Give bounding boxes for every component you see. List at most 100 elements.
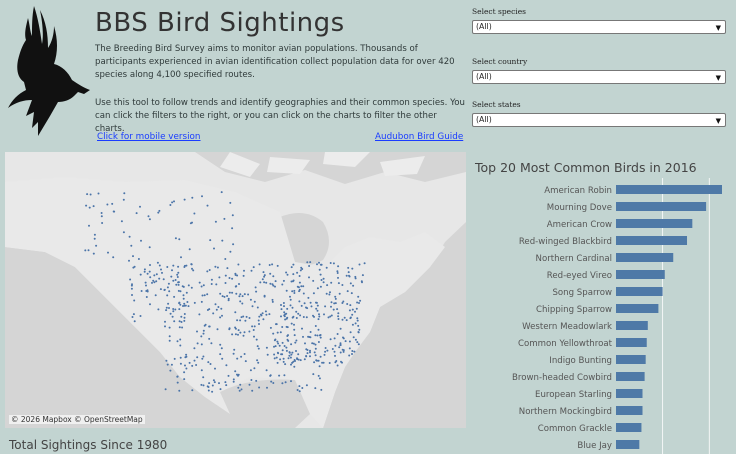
- route-dot: [191, 196, 194, 199]
- route-dot: [308, 276, 310, 279]
- route-dot: [269, 326, 272, 329]
- route-dot: [316, 287, 319, 290]
- route-dot: [143, 270, 146, 273]
- route-dot: [200, 335, 203, 338]
- route-dot: [296, 357, 298, 360]
- sightings-map[interactable]: [5, 152, 466, 428]
- totals-section-title: Total Sightings Since 1980: [9, 438, 168, 452]
- route-dot: [358, 302, 360, 304]
- bar[interactable]: [616, 440, 640, 449]
- route-dot: [177, 283, 180, 286]
- route-dot: [259, 313, 262, 316]
- route-dot: [317, 374, 320, 377]
- route-dot: [215, 283, 218, 286]
- route-dot: [350, 292, 353, 295]
- top-birds-bar-chart[interactable]: American Robin Mourning Dove American Crow…: [470, 178, 732, 454]
- route-dot: [206, 204, 209, 207]
- bar[interactable]: [616, 321, 648, 330]
- route-dot: [100, 212, 103, 214]
- route-dot: [148, 218, 151, 221]
- route-dot: [166, 363, 169, 366]
- bar[interactable]: [616, 355, 646, 364]
- route-dot: [336, 270, 339, 273]
- bar[interactable]: [616, 389, 643, 398]
- species-select[interactable]: (All) ▼: [472, 20, 726, 34]
- route-dot: [242, 274, 245, 277]
- mobile-version-link[interactable]: Click for mobile version: [97, 132, 201, 142]
- route-dot: [297, 353, 300, 356]
- country-select[interactable]: (All) ▼: [472, 70, 726, 84]
- route-dot: [224, 282, 227, 284]
- bar[interactable]: [616, 304, 659, 313]
- route-dot: [336, 364, 339, 367]
- bar-label: American Robin: [544, 186, 612, 196]
- route-dot: [354, 275, 357, 278]
- route-dot: [227, 374, 230, 377]
- route-dot: [319, 355, 322, 358]
- bar[interactable]: [616, 423, 642, 432]
- route-dot: [130, 284, 133, 287]
- bar[interactable]: [616, 202, 707, 211]
- route-dot: [200, 343, 203, 346]
- bar[interactable]: [616, 372, 645, 381]
- route-dot: [351, 308, 354, 311]
- route-dot: [210, 278, 213, 281]
- route-dot: [292, 279, 295, 282]
- route-dot: [152, 279, 155, 282]
- bar[interactable]: [616, 338, 647, 347]
- route-dot: [351, 323, 354, 326]
- bar[interactable]: [616, 287, 663, 296]
- route-dot: [140, 290, 143, 292]
- route-dot: [323, 313, 325, 316]
- bar-label: Indigo Bunting: [549, 356, 612, 366]
- route-dot: [219, 316, 222, 319]
- route-dot: [301, 387, 304, 389]
- route-dot: [316, 334, 319, 337]
- bar[interactable]: [616, 406, 643, 415]
- route-dot: [293, 289, 296, 292]
- route-dot: [193, 212, 196, 215]
- route-dot: [317, 318, 320, 321]
- route-dot: [326, 284, 329, 287]
- route-dot: [241, 295, 244, 298]
- route-dot: [196, 356, 199, 359]
- route-dot: [286, 273, 289, 276]
- route-dot: [334, 297, 337, 300]
- route-dot: [157, 211, 160, 214]
- route-dot: [237, 386, 240, 389]
- route-dot: [200, 383, 203, 386]
- route-dot: [297, 312, 300, 315]
- route-dot: [251, 305, 254, 308]
- bar[interactable]: [616, 185, 722, 194]
- route-dot: [305, 355, 308, 357]
- route-dot: [133, 299, 136, 302]
- route-dot: [207, 386, 210, 388]
- route-dot: [289, 295, 291, 298]
- route-dot: [84, 249, 87, 252]
- route-dot: [184, 304, 187, 307]
- route-dot: [185, 367, 188, 370]
- route-dot: [349, 282, 352, 285]
- route-dot: [111, 202, 114, 205]
- bar[interactable]: [616, 219, 693, 228]
- chevron-down-icon: ▼: [715, 117, 721, 125]
- route-dot: [266, 386, 268, 389]
- bar[interactable]: [616, 270, 665, 279]
- bar[interactable]: [616, 253, 674, 262]
- route-dot: [285, 271, 288, 274]
- bar[interactable]: [616, 236, 688, 245]
- states-select[interactable]: (All) ▼: [472, 113, 726, 127]
- route-dot: [172, 310, 175, 313]
- route-dot: [249, 369, 252, 372]
- route-dot: [291, 361, 294, 364]
- map-credit: © 2026 Mapbox © OpenStreetMap: [9, 415, 145, 424]
- route-dot: [183, 316, 186, 319]
- route-dot: [176, 381, 179, 384]
- route-dot: [282, 357, 285, 360]
- audubon-guide-link[interactable]: Audubon Bird Guide: [375, 132, 463, 142]
- route-dot: [172, 264, 175, 267]
- route-dot: [306, 352, 309, 355]
- route-dot: [334, 354, 336, 357]
- map-canvas[interactable]: [5, 152, 466, 428]
- route-dot: [214, 303, 217, 306]
